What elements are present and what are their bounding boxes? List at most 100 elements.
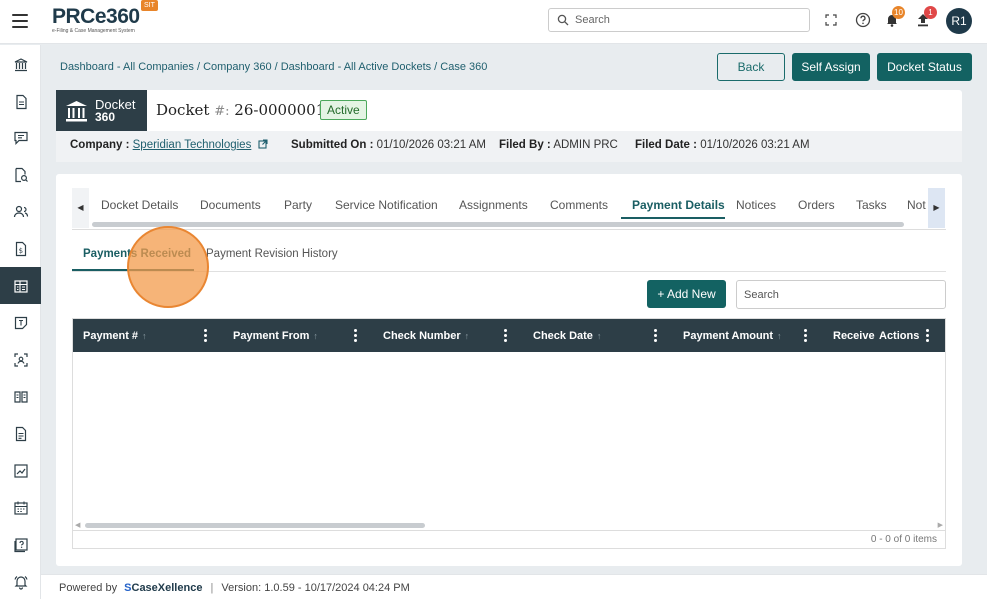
- column-header-payment-from[interactable]: Payment From ↑: [233, 330, 318, 342]
- top-bar: PRCe360 e-Filing & Case Management Syste…: [0, 0, 987, 44]
- tabs-scroll-right-icon[interactable]: ▶: [928, 188, 945, 228]
- sidebar-item-reports[interactable]: [0, 415, 41, 452]
- sidebar-item-search-docs[interactable]: [0, 156, 41, 193]
- sort-arrow-icon[interactable]: ↑: [777, 331, 782, 341]
- click-indicator: [127, 226, 209, 308]
- grid-search-input[interactable]: Search: [736, 280, 946, 309]
- column-menu-icon[interactable]: [654, 329, 657, 342]
- column-header-payment-number[interactable]: Payment # ↑: [83, 330, 147, 342]
- company-link[interactable]: Speridian Technologies: [133, 139, 252, 151]
- sidebar-item-institution[interactable]: [0, 46, 41, 83]
- sidebar-item-alerts[interactable]: [0, 563, 41, 599]
- scroll-right-icon[interactable]: ▶: [938, 521, 943, 529]
- sidebar-item-users[interactable]: [0, 193, 41, 230]
- sidebar-item-notes[interactable]: [0, 304, 41, 341]
- help-book-icon: [13, 537, 28, 552]
- tab-tasks[interactable]: Tasks: [856, 198, 887, 212]
- tab-notes[interactable]: Not: [907, 198, 927, 212]
- tabs-scrollbar[interactable]: [92, 222, 904, 227]
- docket-status-button[interactable]: Docket Status: [877, 53, 972, 81]
- users-icon: [13, 205, 28, 217]
- pager-info: 0 - 0 of 0 items: [870, 534, 937, 545]
- filed-date-label: Filed Date :: [635, 139, 697, 151]
- document-search-icon: [14, 167, 28, 182]
- sidebar-item-calendar[interactable]: [0, 489, 41, 526]
- sidebar-item-documents[interactable]: [0, 83, 41, 120]
- grid-search-placeholder: Search: [744, 289, 779, 301]
- tabs-scroll-left-icon[interactable]: ◀: [72, 188, 89, 228]
- column-menu-icon[interactable]: [504, 329, 507, 342]
- back-button[interactable]: Back: [717, 53, 785, 81]
- self-assign-button[interactable]: Self Assign: [792, 53, 870, 81]
- scrollbar-thumb[interactable]: [85, 523, 425, 528]
- column-header-check-number[interactable]: Check Number ↑: [383, 330, 469, 342]
- column-menu-icon[interactable]: [804, 329, 807, 342]
- sort-arrow-icon[interactable]: ↑: [597, 331, 602, 341]
- note-icon: [14, 316, 27, 329]
- calendar-icon: [13, 501, 28, 515]
- sort-arrow-icon[interactable]: ↑: [313, 331, 318, 341]
- grid-horizontal-scrollbar[interactable]: ◀ ▶: [73, 521, 945, 530]
- user-avatar[interactable]: R1: [946, 8, 972, 34]
- submitted-on-label: Submitted On :: [291, 139, 374, 151]
- tab-comments[interactable]: Comments: [550, 198, 608, 212]
- environment-badge: SIT: [141, 0, 158, 11]
- docket-title-prefix: Docket: [156, 101, 210, 119]
- sidebar-item-messages[interactable]: [0, 119, 41, 156]
- hamburger-menu-icon[interactable]: [12, 14, 28, 28]
- add-new-payment-button[interactable]: + Add New: [647, 280, 726, 308]
- filed-date-value: 01/10/2026 03:21 AM: [700, 139, 810, 151]
- help-icon[interactable]: [855, 12, 871, 28]
- docket-status-badge: Active: [320, 100, 367, 120]
- filed-by-value: ADMIN PRC: [553, 139, 618, 151]
- column-label: Check Date: [533, 330, 593, 342]
- courthouse-icon: [66, 101, 87, 122]
- docket-header-card: Docket 360 Docket #: 26-0000001 Active C…: [56, 90, 962, 162]
- invoice-dollar-icon: $: [15, 241, 26, 256]
- breadcrumb[interactable]: Dashboard - All Companies / Company 360 …: [60, 61, 487, 73]
- active-tab-indicator: [621, 217, 725, 219]
- sidebar-item-companies[interactable]: [0, 267, 41, 304]
- column-header-received[interactable]: Receive: [833, 330, 875, 342]
- sidebar-item-billing[interactable]: $: [0, 230, 41, 267]
- tab-service-notification[interactable]: Service Notification: [335, 198, 438, 212]
- column-menu-icon[interactable]: [204, 329, 207, 342]
- subtab-payment-revision-history[interactable]: Payment Revision History: [206, 248, 338, 260]
- fullscreen-icon[interactable]: [823, 12, 839, 28]
- sort-arrow-icon[interactable]: ↑: [142, 331, 147, 341]
- docket-title-hash: #:: [214, 104, 230, 119]
- sidebar: $: [0, 45, 41, 599]
- docket-meta-row: Company : Speridian Technologies Submitt…: [56, 131, 962, 162]
- sidebar-item-scan[interactable]: [0, 341, 41, 378]
- tab-documents[interactable]: Documents: [200, 198, 261, 212]
- tab-docket-details[interactable]: Docket Details: [101, 198, 178, 212]
- tab-orders[interactable]: Orders: [798, 198, 835, 212]
- tab-assignments[interactable]: Assignments: [459, 198, 528, 212]
- grid-pager: 0 - 0 of 0 items: [72, 531, 946, 549]
- sidebar-item-analytics[interactable]: [0, 452, 41, 489]
- docket-title: Docket #: 26-0000001: [156, 101, 325, 119]
- column-menu-icon[interactable]: [926, 329, 929, 342]
- tab-party[interactable]: Party: [284, 198, 312, 212]
- global-search-input[interactable]: Search: [548, 8, 810, 32]
- report-icon: [15, 426, 26, 441]
- column-header-check-date[interactable]: Check Date ↑: [533, 330, 601, 342]
- tab-payment-details[interactable]: Payment Details: [632, 198, 725, 212]
- svg-text:$: $: [18, 247, 22, 255]
- column-label: Check Number: [383, 330, 461, 342]
- uploads-count-badge: 1: [924, 6, 937, 19]
- tab-notices[interactable]: Notices: [736, 198, 776, 212]
- sort-arrow-icon[interactable]: ↑: [465, 331, 470, 341]
- external-link-icon[interactable]: [257, 139, 268, 149]
- notifications-count-badge: 10: [892, 6, 905, 19]
- sidebar-item-help[interactable]: [0, 526, 41, 563]
- docket-number: 26-0000001: [234, 101, 326, 119]
- scroll-left-icon[interactable]: ◀: [75, 521, 80, 529]
- building-icon: [13, 279, 28, 293]
- scan-user-icon: [13, 352, 28, 367]
- filed-by-label: Filed By :: [499, 139, 551, 151]
- column-header-payment-amount[interactable]: Payment Amount ↑: [683, 330, 782, 342]
- docket-tabs: ◀ Docket Details Documents Party Service…: [72, 188, 946, 230]
- sidebar-item-library[interactable]: [0, 378, 41, 415]
- column-menu-icon[interactable]: [354, 329, 357, 342]
